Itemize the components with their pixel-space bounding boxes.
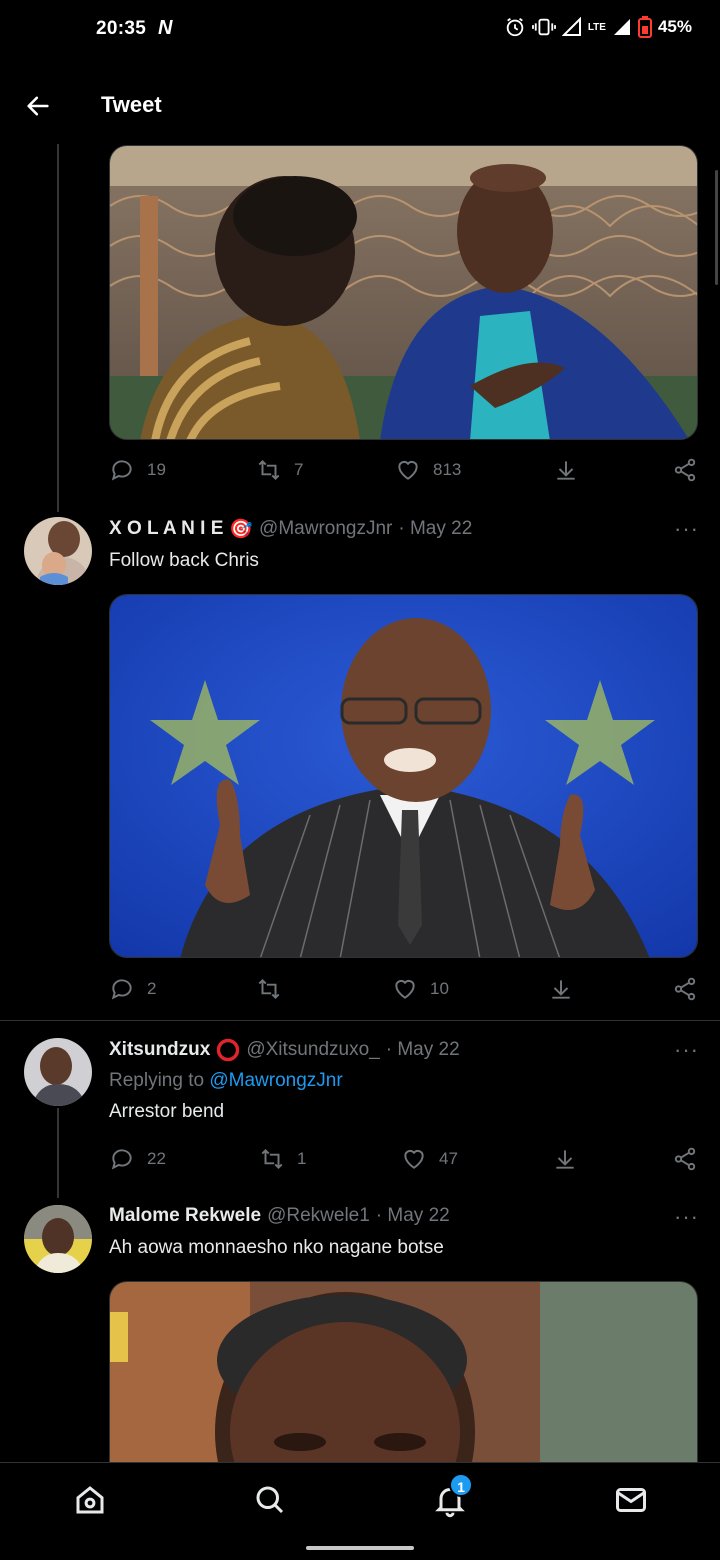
reply-icon xyxy=(111,460,132,481)
tweet-image[interactable] xyxy=(109,594,698,958)
display-name[interactable]: Malome Rekwele xyxy=(109,1205,261,1227)
share-button[interactable] xyxy=(672,1146,698,1172)
display-name[interactable]: Xitsundzux xyxy=(109,1039,210,1061)
display-name[interactable]: X O L A N I E xyxy=(109,518,223,540)
network-logo: N xyxy=(158,17,173,39)
tweet-text: Arrestor bend xyxy=(109,1101,225,1122)
replying-to: Replying to @MawrongzJnr xyxy=(109,1070,343,1092)
tweet-image[interactable] xyxy=(109,145,698,440)
status-time: 20:35 xyxy=(96,18,147,39)
retweet-icon xyxy=(261,1148,283,1170)
more-options-button[interactable]: ··· xyxy=(674,516,699,542)
home-icon[interactable] xyxy=(72,1482,108,1518)
arrow-left-icon xyxy=(27,96,49,116)
like-button[interactable]: 813 xyxy=(395,457,461,483)
reply-icon xyxy=(111,979,132,1000)
speaker-photo xyxy=(110,595,697,957)
retweet-icon xyxy=(258,978,280,1000)
retweet-button[interactable]: 7 xyxy=(256,457,303,483)
handle[interactable]: @MawrongzJnr xyxy=(259,518,392,540)
alarm-icon xyxy=(506,17,524,37)
avatar-photo xyxy=(24,1038,92,1106)
avatar-photo xyxy=(24,1205,92,1273)
download-button[interactable] xyxy=(553,457,579,483)
replying-handle-link[interactable]: @MawrongzJnr xyxy=(209,1070,342,1091)
handle[interactable]: @Xitsundzuxo_ xyxy=(246,1039,379,1061)
status-bar: 20:35 N LTE 45% xyxy=(0,0,720,62)
heart-icon xyxy=(398,460,418,480)
heart-icon xyxy=(404,1149,424,1169)
tweet-image[interactable] xyxy=(109,1281,698,1481)
search-icon[interactable] xyxy=(252,1482,288,1518)
tweet-date: · May 22 xyxy=(375,1205,450,1226)
tweet-header: Xitsundzux @Xitsundzuxo_ · May 22 xyxy=(109,1038,460,1062)
notification-badge: 1 xyxy=(449,1473,473,1497)
top-bar: Tweet xyxy=(0,70,720,144)
target-emoji: 🎯 xyxy=(229,519,254,540)
heart-icon xyxy=(395,979,415,999)
red-circle-icon xyxy=(217,1038,240,1062)
share-icon xyxy=(674,458,696,482)
divider xyxy=(0,1020,720,1021)
page-title: Tweet xyxy=(101,92,162,117)
messages-icon[interactable] xyxy=(613,1482,649,1518)
tweet-date: · May 22 xyxy=(385,1039,460,1060)
reply-button[interactable]: 19 xyxy=(109,457,166,483)
battery-icon xyxy=(637,16,652,38)
face-photo xyxy=(110,1282,697,1481)
reply-button[interactable]: 22 xyxy=(109,1146,166,1172)
download-button[interactable] xyxy=(548,976,574,1002)
lte-label: LTE xyxy=(587,21,606,33)
retweet-icon xyxy=(258,459,280,481)
tweet-header: X O L A N I E 🎯 @MawrongzJnr · May 22 xyxy=(109,517,472,541)
download-icon xyxy=(557,461,575,480)
like-count: 813 xyxy=(433,460,462,479)
share-button[interactable] xyxy=(672,976,698,1002)
tweet-text: Ah aowa monnaesho nko nagane botse xyxy=(109,1237,444,1258)
download-icon xyxy=(556,1150,574,1169)
more-options-button[interactable]: ··· xyxy=(674,1204,699,1230)
back-button[interactable] xyxy=(24,92,52,120)
tweet-header: Malome Rekwele @Rekwele1 · May 22 xyxy=(109,1205,450,1227)
scrollbar[interactable] xyxy=(715,170,718,285)
reply-icon xyxy=(111,1149,132,1170)
tweet-text: Follow back Chris xyxy=(109,550,259,571)
status-icons: LTE 45% xyxy=(504,16,692,38)
reply-count: 22 xyxy=(147,1149,166,1168)
reply-button[interactable]: 2 xyxy=(109,976,156,1002)
share-button[interactable] xyxy=(672,457,698,483)
more-options-button[interactable]: ··· xyxy=(674,1037,699,1063)
retweet-count: 7 xyxy=(294,460,304,479)
avatar-photo xyxy=(24,517,92,585)
battery-percent: 45% xyxy=(657,17,692,36)
replying-prefix: Replying to xyxy=(109,1070,205,1091)
signal-icon xyxy=(613,19,630,35)
reply-count: 19 xyxy=(147,460,166,479)
tweet-date: · May 22 xyxy=(398,518,473,539)
like-button[interactable]: 10 xyxy=(392,976,449,1002)
share-icon xyxy=(674,977,696,1001)
like-count: 47 xyxy=(439,1149,458,1168)
handle[interactable]: @Rekwele1 xyxy=(267,1205,370,1227)
thread-line xyxy=(57,1108,59,1198)
vibrate-icon xyxy=(531,18,556,36)
retweet-button[interactable] xyxy=(256,976,294,1002)
reply-count: 2 xyxy=(147,979,157,998)
retweet-button[interactable]: 1 xyxy=(259,1146,306,1172)
download-button[interactable] xyxy=(552,1146,578,1172)
download-icon xyxy=(552,980,570,999)
thread-line xyxy=(57,144,59,512)
avatar[interactable] xyxy=(24,1038,92,1106)
share-icon xyxy=(674,1147,696,1171)
market-photo xyxy=(110,146,697,439)
gesture-bar[interactable] xyxy=(306,1546,414,1550)
signal-icon xyxy=(561,17,581,36)
like-count: 10 xyxy=(430,979,449,998)
avatar[interactable] xyxy=(24,1205,92,1273)
avatar[interactable] xyxy=(24,517,92,585)
like-button[interactable]: 47 xyxy=(401,1146,458,1172)
retweet-count: 1 xyxy=(297,1149,307,1168)
